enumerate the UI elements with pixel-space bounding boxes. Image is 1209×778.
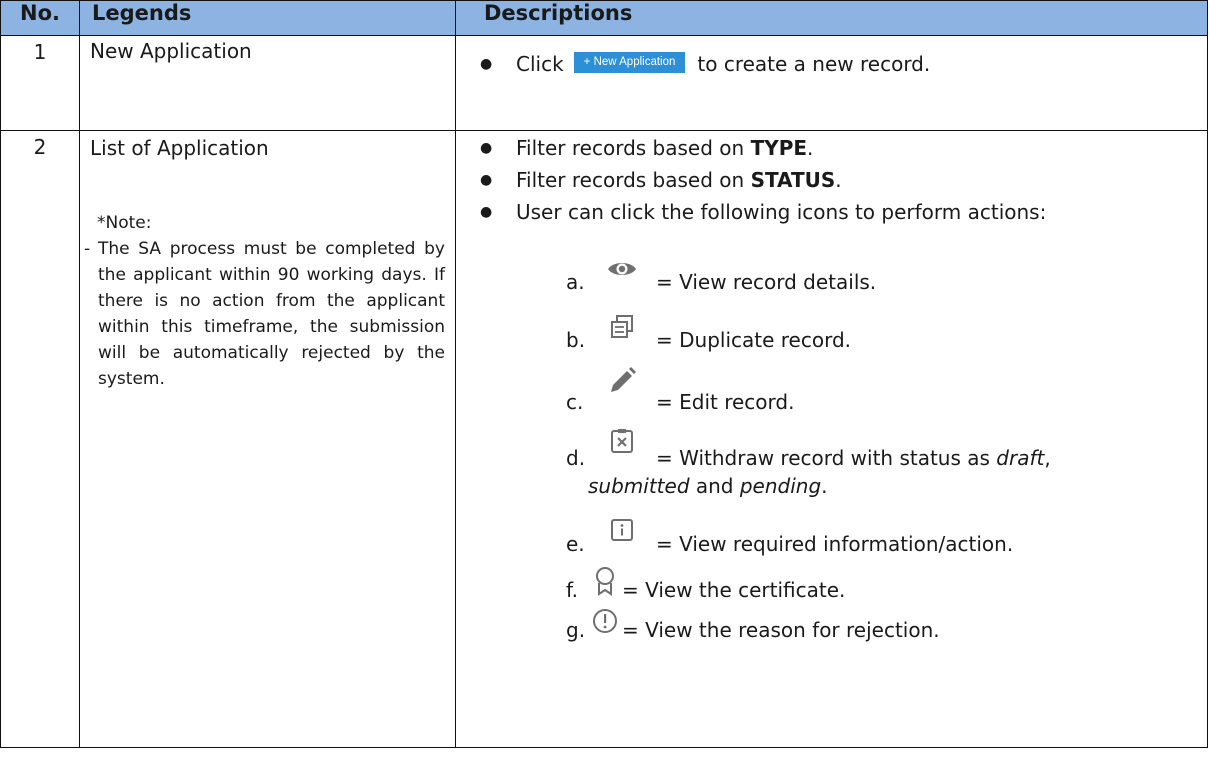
note-dash: - (84, 239, 91, 259)
legend-table: No. Legends Descriptions 1 New Applicati… (0, 0, 1208, 748)
certificate-icon[interactable] (588, 566, 622, 596)
item-letter: d. (566, 446, 586, 470)
header-legends: Legends (79, 0, 456, 36)
actions-intro: User can click the following icons to pe… (516, 200, 1047, 224)
list-item: d. = Withdraw record with status as draf… (566, 418, 1207, 470)
filter-type-keyword: TYPE (750, 136, 808, 160)
status-pending: pending (739, 474, 822, 498)
item-text: = View the certificate. (622, 578, 846, 602)
note-text: - The SA process must be completed by th… (84, 236, 445, 392)
bullet-dot: ● (480, 56, 493, 72)
info-icon[interactable] (588, 518, 656, 542)
duplicate-icon[interactable] (588, 314, 656, 340)
bullet-dot: ● (480, 204, 493, 220)
description-cell: ● Filter records based on TYPE. ● Filter… (455, 130, 1208, 748)
item-letter: e. (566, 532, 585, 556)
alert-icon[interactable] (588, 608, 622, 634)
item-letter: c. (566, 390, 584, 414)
withdraw-icon[interactable] (588, 428, 656, 454)
table-row: 2 List of Application *Note: - The SA pr… (0, 130, 1208, 748)
list-item: f. = View the certificate. (566, 560, 1207, 602)
list-item-continued: submitted and pending. (588, 474, 828, 498)
bullet-dot: ● (480, 140, 493, 156)
note-label: *Note: (97, 213, 152, 233)
bullet-item: ● User can click the following icons to … (480, 196, 1207, 228)
bullet-item: ● Filter records based on STATUS. (480, 164, 1207, 196)
pencil-icon[interactable] (588, 366, 656, 396)
bullet-item: ● Filter records based on TYPE. (480, 132, 1207, 164)
item-text: = Withdraw record with status as (656, 446, 990, 470)
new-application-button[interactable]: + New Application (573, 52, 686, 73)
header-descriptions: Descriptions (455, 0, 1208, 36)
item-letter: a. (566, 270, 585, 294)
status-draft: draft (996, 446, 1045, 470)
list-item: b. = Duplicate record. (566, 300, 1207, 352)
legend-title: List of Application (90, 136, 269, 160)
item-text: = View the reason for rejection. (622, 618, 940, 642)
item-letter: f. (566, 578, 578, 602)
list-item: e. = View required information/action. (566, 508, 1207, 556)
desc-prefix: Click (516, 52, 564, 76)
row-number: 2 (0, 130, 80, 748)
desc-suffix: to create a new record. (697, 52, 931, 76)
item-text: = View required information/action. (656, 532, 1014, 556)
item-text: = Duplicate record. (656, 328, 851, 352)
status-submitted: submitted (588, 474, 690, 498)
item-letter: b. (566, 328, 586, 352)
legend-cell: New Application (79, 35, 456, 131)
note-paragraph: The SA process must be completed by the … (98, 239, 445, 389)
item-text: = Edit record. (656, 390, 795, 414)
item-letter: g. (566, 618, 586, 642)
list-item: c. = Edit record. (566, 358, 1207, 414)
description-cell: ● Click + New Application to create a new … (455, 35, 1208, 131)
bullet-dot: ● (480, 172, 493, 188)
list-item: a. = View record details. (566, 238, 1207, 294)
legend-cell: List of Application *Note: - The SA proc… (79, 130, 456, 748)
bullet-item: ● Click + New Application to create a new … (480, 48, 1207, 80)
table-row: 1 New Application ● Click + New Applicati… (0, 35, 1208, 131)
item-text: = View record details. (656, 270, 877, 294)
header-row: No. Legends Descriptions (0, 0, 1208, 36)
eye-icon[interactable] (588, 258, 656, 280)
row-number: 1 (0, 35, 80, 131)
list-item: g. = View the reason for rejection. (566, 602, 1207, 642)
filter-status-text: Filter records based on (516, 168, 751, 192)
filter-type-text: Filter records based on (516, 136, 751, 160)
header-no: No. (0, 0, 80, 36)
filter-status-keyword: STATUS (750, 168, 836, 192)
